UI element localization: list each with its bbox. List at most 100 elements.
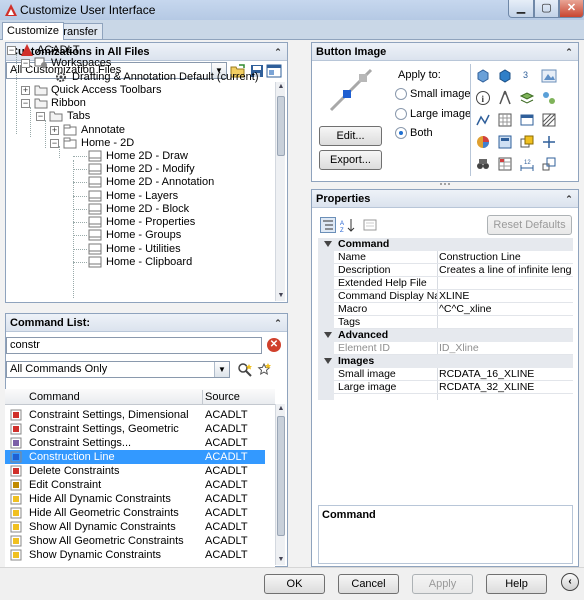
export-image-button[interactable]: Export... <box>319 150 382 170</box>
tree-node-panel[interactable]: Home - Layers <box>2 190 262 203</box>
info-icon[interactable]: i <box>475 90 491 106</box>
expand-toggle[interactable]: + <box>21 86 30 95</box>
command-row[interactable]: Construction Line ACADLT <box>5 450 265 464</box>
command-row[interactable]: Show All Dynamic Constraints ACADLT <box>5 520 265 534</box>
maximize-button[interactable]: ▢ <box>534 0 559 18</box>
scroll-down-icon[interactable]: ▼ <box>276 555 286 565</box>
binoculars-icon[interactable] <box>475 156 491 172</box>
edit-image-button[interactable]: Edit... <box>319 126 382 146</box>
property-category[interactable]: Command <box>318 238 573 251</box>
tree-node-panel[interactable]: Home - Utilities <box>2 243 262 256</box>
dimension-icon[interactable]: 12 <box>519 156 535 172</box>
command-grid-scrollbar[interactable]: ▲ ▼ <box>275 404 285 565</box>
collapse-dialog-icon[interactable]: ‹ <box>561 573 579 591</box>
scale-icon[interactable] <box>541 156 557 172</box>
tree-node-ribbon[interactable]: − Ribbon <box>2 97 262 110</box>
sort-alphabetical-icon[interactable]: AZ <box>339 217 355 233</box>
property-category[interactable]: Images <box>318 355 573 368</box>
command-row[interactable]: Constraint Settings, Geometric ACADLT <box>5 422 265 436</box>
cancel-button[interactable]: Cancel <box>338 574 399 594</box>
panel-splitter[interactable] <box>311 182 579 186</box>
command-row[interactable]: Constraint Settings... ACADLT <box>5 436 265 450</box>
tree-node-panel[interactable]: Home - Groups <box>2 229 262 242</box>
collapse-icon[interactable]: ⌃ <box>563 46 575 58</box>
collapse-icon[interactable]: ⌃ <box>272 317 284 329</box>
both-radio[interactable] <box>395 127 407 139</box>
command-row[interactable]: Show Dynamic Constraints ACADLT <box>5 548 265 562</box>
large-image-label[interactable]: Large image <box>410 108 471 120</box>
tree-node-home-2d[interactable]: − Home - 2D <box>2 137 262 150</box>
block-icon[interactable] <box>519 134 535 150</box>
tree-node-panel[interactable]: Home 2D - Block <box>2 203 262 216</box>
categorized-view-icon[interactable] <box>320 217 336 233</box>
tab-customize[interactable]: Customize <box>2 22 64 40</box>
column-header-source[interactable]: Source <box>205 391 240 403</box>
collapse-icon[interactable]: ⌃ <box>272 46 284 58</box>
tree-node-annotate[interactable]: + Annotate <box>2 124 262 137</box>
find-command-icon[interactable] <box>237 362 253 378</box>
compass-icon[interactable] <box>497 90 513 106</box>
tree-scrollbar[interactable]: ▲ ▼ <box>275 82 285 301</box>
large-image-radio[interactable] <box>395 108 407 120</box>
column-separator[interactable] <box>202 390 203 404</box>
tree-node-drafting-annotation[interactable]: Drafting & Annotation Default (current) <box>2 71 262 84</box>
both-label[interactable]: Both <box>410 127 433 139</box>
command-filter-select[interactable]: All Commands Only ▼ <box>6 361 230 378</box>
cube-icon[interactable] <box>497 68 513 84</box>
splitter-grip-icon[interactable] <box>437 182 453 186</box>
command-search-input[interactable]: constr <box>6 337 262 354</box>
tree-node-quick-access-toolbars[interactable]: + Quick Access Toolbars <box>2 84 262 97</box>
collapse-toggle[interactable]: − <box>21 99 30 108</box>
property-category[interactable]: Advanced <box>318 329 573 342</box>
hatch-icon[interactable] <box>541 112 557 128</box>
scroll-thumb[interactable] <box>277 416 285 536</box>
scroll-up-icon[interactable]: ▲ <box>276 404 286 414</box>
help-button[interactable]: Help <box>486 574 547 594</box>
scroll-down-icon[interactable]: ▼ <box>276 291 286 301</box>
expand-toggle[interactable]: + <box>50 126 59 135</box>
tree-node-panel[interactable]: Home - Clipboard <box>2 256 262 269</box>
collapse-icon[interactable]: ⌃ <box>563 193 575 205</box>
spreadsheet-icon[interactable] <box>497 156 513 172</box>
close-button[interactable]: ✕ <box>559 0 584 18</box>
collapse-triangle-icon[interactable] <box>324 358 332 364</box>
collapse-toggle[interactable]: − <box>36 112 45 121</box>
command-row[interactable]: Hide All Dynamic Constraints ACADLT <box>5 492 265 506</box>
collapse-toggle[interactable]: − <box>50 139 59 148</box>
circles-icon[interactable] <box>541 90 557 106</box>
image-library-grid[interactable]: 3 i 12 <box>470 64 570 176</box>
polyline-icon[interactable] <box>475 112 491 128</box>
tree-node-acadlt[interactable]: − ACADLT <box>2 44 262 57</box>
box-icon[interactable] <box>475 68 491 84</box>
collapse-triangle-icon[interactable] <box>324 241 332 247</box>
layout-icon[interactable] <box>497 134 513 150</box>
command-row[interactable]: Hide All Geometric Constraints ACADLT <box>5 506 265 520</box>
reset-defaults-button[interactable]: Reset Defaults <box>487 215 572 235</box>
new-command-icon[interactable] <box>256 362 272 378</box>
table-icon[interactable] <box>519 112 535 128</box>
ok-button[interactable]: OK <box>264 574 325 594</box>
apply-button[interactable]: Apply <box>412 574 473 594</box>
tree-node-panel[interactable]: Home 2D - Draw <box>2 150 262 163</box>
grid-icon[interactable] <box>497 112 513 128</box>
tree-node-panel[interactable]: Home 2D - Modify <box>2 163 262 176</box>
minimize-button[interactable]: ▁ <box>508 0 534 18</box>
small-image-label[interactable]: Small image <box>410 88 471 100</box>
clear-search-icon[interactable]: ✕ <box>267 338 281 352</box>
3d-view-icon[interactable] <box>541 68 557 84</box>
command-row[interactable]: Show All Geometric Constraints ACADLT <box>5 534 265 548</box>
tree-node-panel[interactable]: Home 2D - Annotation <box>2 176 262 189</box>
color-wheel-icon[interactable] <box>475 134 491 150</box>
column-header-command[interactable]: Command <box>29 391 80 403</box>
tree-node-workspaces[interactable]: − Workspaces <box>2 57 262 70</box>
command-row[interactable]: Delete Constraints ACADLT <box>5 464 265 478</box>
command-row[interactable]: Constraint Settings, Dimensional ACADLT <box>5 408 265 422</box>
scroll-up-icon[interactable]: ▲ <box>276 82 286 92</box>
layers-icon[interactable] <box>519 90 535 106</box>
tree-node-tabs[interactable]: − Tabs <box>2 110 262 123</box>
scroll-thumb[interactable] <box>277 96 285 156</box>
collapse-toggle[interactable]: − <box>7 46 16 55</box>
move-icon[interactable] <box>541 134 557 150</box>
collapse-toggle[interactable]: − <box>21 59 30 68</box>
number-3-icon[interactable]: 3 <box>519 68 535 84</box>
